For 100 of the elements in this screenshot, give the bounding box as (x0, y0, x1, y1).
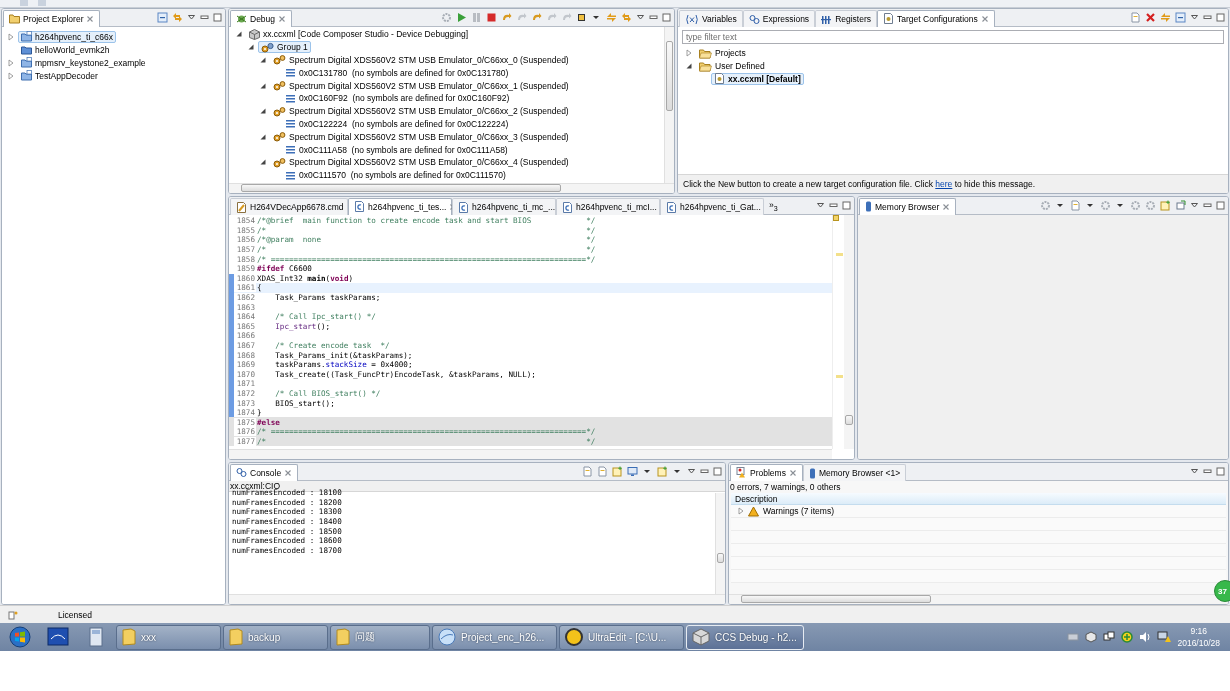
link-arrows-icon[interactable] (172, 12, 183, 23)
view-menu-icon[interactable] (1190, 201, 1199, 210)
tree-item[interactable]: Group 1 (258, 41, 311, 54)
tree-toggle-icon[interactable] (7, 58, 15, 67)
new-tab-icon[interactable] (612, 466, 623, 477)
editor-tab[interactable]: h264hpvenc_ti_tes... (348, 198, 452, 215)
curved-arrow-icon[interactable] (531, 12, 542, 23)
view-menu-icon[interactable] (1190, 467, 1199, 476)
document-icon[interactable] (1130, 12, 1141, 23)
tree-item[interactable]: mpmsrv_keystone2_example (18, 56, 149, 69)
tree-item[interactable]: h264hpvenc_ti_c66x (18, 30, 116, 43)
tree-toggle-icon[interactable] (259, 158, 267, 167)
sync-arrows-icon[interactable] (1160, 12, 1171, 23)
clock-date[interactable]: 2016/10/28 (1177, 637, 1220, 649)
collapse-all-icon[interactable] (1175, 12, 1186, 23)
tree-toggle-icon[interactable] (259, 81, 267, 90)
calculator-icon[interactable] (89, 627, 103, 647)
close-icon[interactable] (86, 14, 95, 23)
maximize-button[interactable] (213, 13, 222, 22)
view-tab[interactable]: Console (230, 464, 299, 481)
maximize-button[interactable] (1216, 13, 1225, 22)
close-icon[interactable] (284, 468, 293, 477)
column-header[interactable]: Description (731, 493, 1226, 505)
sync-arrows-icon[interactable] (606, 12, 617, 23)
tree-item[interactable]: xx.ccxml [Default] (711, 73, 804, 85)
maximize-button[interactable] (662, 13, 671, 22)
horizontal-scrollbar[interactable] (229, 449, 832, 459)
tree-toggle-icon[interactable] (259, 56, 267, 64)
tree-item[interactable]: 0x0C111570 (no symbols are defined for 0x0C111570) (282, 169, 509, 182)
tree-toggle-icon[interactable] (685, 49, 693, 58)
close-icon[interactable] (942, 202, 951, 211)
view-tab[interactable]: Expressions (742, 10, 816, 27)
view-menu-icon[interactable] (1190, 13, 1199, 22)
view-menu-icon[interactable] (636, 13, 645, 22)
tree-item[interactable]: Spectrum Digital XDS560V2 STM USB Emulator_0/C66xx_3 (Suspended) (270, 130, 572, 143)
curved-arrow-icon[interactable] (501, 12, 512, 23)
new-tab-icon[interactable] (1160, 200, 1171, 211)
close-icon[interactable] (788, 468, 797, 477)
tree-item[interactable]: TestAppDecoder (18, 69, 101, 82)
tree-item[interactable]: xx.ccxml [Code Composer Studio - Device Debugging] (246, 28, 472, 41)
chip-icon[interactable] (576, 12, 587, 23)
filter-field[interactable]: type filter text (682, 30, 1224, 44)
document-icon[interactable] (597, 466, 608, 477)
vertical-scrollbar[interactable] (664, 27, 674, 183)
close-icon[interactable] (980, 14, 989, 23)
horizontal-scrollbar[interactable] (229, 183, 674, 193)
view-tab[interactable]: Debug (230, 10, 293, 27)
view-tab[interactable]: Memory Browser <1> (802, 464, 907, 481)
editor-tab[interactable]: h264hpvenc_ti_mcI... (556, 198, 660, 215)
maximize-button[interactable] (1216, 201, 1225, 210)
horizontal-scrollbar[interactable] (729, 594, 1228, 604)
tree-item[interactable]: Spectrum Digital XDS560V2 STM USB Emulator_0/C66xx_4 (Suspended) (270, 156, 572, 169)
link-arrows-icon[interactable] (621, 12, 632, 23)
hide-message-link[interactable]: here (935, 179, 953, 189)
view-tab[interactable]: Project Explorer (3, 10, 101, 27)
monitor-icon[interactable] (627, 466, 638, 477)
view-menu-icon[interactable] (816, 201, 825, 210)
view-tab[interactable]: Memory Browser (859, 198, 957, 215)
vertical-scrollbar[interactable] (844, 215, 854, 449)
tree-item[interactable]: 0x0C122224 (no symbols are defined for 0x0C122224) (282, 117, 512, 130)
tree-item[interactable]: Spectrum Digital XDS560V2 STM USB Emulator_0/C66xx_2 (Suspended) (270, 105, 572, 118)
maximize-button[interactable] (1216, 467, 1225, 476)
editor-tab[interactable]: h264hpvenc_ti_mc_... (452, 198, 556, 215)
tree-toggle-icon[interactable] (685, 62, 693, 71)
tree-toggle-icon[interactable] (259, 107, 267, 116)
view-tab[interactable]: Problems (730, 464, 803, 481)
document-icon[interactable] (582, 466, 593, 477)
tree-item[interactable]: Spectrum Digital XDS560V2 STM USB Emulator_0/C66xx_1 (Suspended) (270, 79, 572, 92)
view-menu-icon[interactable] (687, 467, 696, 476)
document-icon[interactable] (1070, 200, 1081, 211)
horizontal-scrollbar[interactable] (229, 594, 725, 604)
tree-item[interactable]: 0x0C160F92 (no symbols are defined for 0x0C160F92) (282, 92, 513, 105)
tree-item[interactable]: 0x0C111A58 (no symbols are defined for 0x0C111A58) (282, 143, 511, 156)
editor-tab[interactable]: H264VDecApp6678.cmd (230, 198, 348, 215)
maximize-button[interactable] (842, 201, 851, 210)
stop-icon[interactable] (486, 12, 497, 23)
tree-toggle-icon[interactable] (235, 30, 243, 39)
more-tabs-button[interactable]: »$_{3}$ (764, 198, 783, 215)
pin-icon[interactable] (1175, 200, 1186, 211)
editor-tab[interactable]: h264hpvenc_ti_Gat... (660, 198, 764, 215)
collapse-all-icon[interactable] (157, 12, 168, 23)
view-tab[interactable]: Variables (679, 10, 743, 27)
view-menu-icon[interactable] (187, 13, 196, 22)
tree-item[interactable]: Warnings (7 items) (748, 505, 834, 517)
view-tab[interactable]: Registers (815, 10, 878, 27)
new-tab-icon[interactable] (657, 466, 668, 477)
delete-icon[interactable] (1145, 12, 1156, 23)
taskbar-button[interactable]: CCS Debug - h2... (686, 624, 804, 650)
tree-toggle-icon[interactable] (7, 71, 15, 80)
monitor-icon[interactable] (47, 627, 69, 647)
tree-toggle-icon[interactable] (247, 43, 255, 52)
tree-item[interactable]: helloWorld_evmk2h (18, 43, 113, 56)
tree-toggle-icon[interactable] (737, 507, 745, 515)
tree-toggle-icon[interactable] (7, 32, 15, 41)
play-icon[interactable] (456, 12, 467, 23)
close-icon[interactable] (278, 14, 287, 23)
view-tab[interactable]: Target Configurations (877, 10, 995, 27)
tree-item[interactable]: Spectrum Digital XDS560V2 STM USB Emulator_0/C66xx_0 (Suspended) (270, 54, 572, 66)
maximize-button[interactable] (713, 467, 722, 476)
tree-item[interactable]: 0x0C131780 (no symbols are defined for 0x0C131780) (282, 66, 512, 79)
